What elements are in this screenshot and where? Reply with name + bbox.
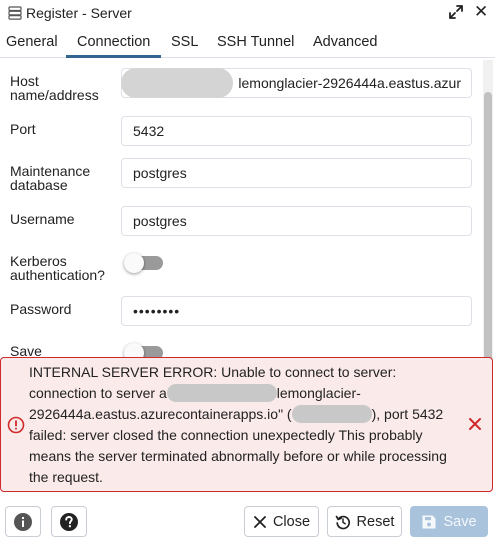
- port-label: Port: [10, 121, 36, 137]
- port-input[interactable]: 5432: [121, 116, 472, 146]
- kerberos-label: Kerberos authentication?: [10, 253, 105, 283]
- tab-ssh-tunnel[interactable]: SSH Tunnel: [217, 34, 294, 50]
- help-button[interactable]: [51, 506, 87, 537]
- dialog-title: Register - Server: [26, 5, 132, 21]
- redacted-region: [291, 405, 372, 423]
- redacted-region: [166, 384, 277, 402]
- active-tab-indicator: [66, 55, 161, 58]
- error-text: INTERNAL SERVER ERROR: Unable to connect…: [29, 364, 447, 485]
- tab-connection[interactable]: Connection: [77, 34, 150, 50]
- save-button[interactable]: Save: [410, 506, 488, 537]
- maintenance-db-input[interactable]: postgres: [121, 158, 472, 188]
- help-icon: [60, 512, 78, 531]
- password-input[interactable]: ••••••••: [121, 296, 472, 326]
- host-label: Host name/address: [10, 73, 99, 103]
- error-icon: [7, 416, 25, 434]
- tab-ssl[interactable]: SSL: [171, 34, 198, 50]
- server-icon: [8, 6, 22, 20]
- maximize-icon[interactable]: [448, 4, 464, 20]
- info-button[interactable]: [5, 506, 41, 537]
- close-dialog-icon[interactable]: ✕: [474, 3, 488, 21]
- password-label: Password: [10, 301, 72, 317]
- save-icon: [422, 515, 436, 528]
- dismiss-error-icon[interactable]: [467, 416, 483, 432]
- username-input[interactable]: postgres: [121, 206, 472, 236]
- redacted-region: [121, 68, 233, 98]
- info-icon: [14, 512, 32, 531]
- kerberos-toggle[interactable]: [124, 251, 164, 273]
- maintenance-db-label: Maintenance database: [10, 163, 91, 193]
- tab-general[interactable]: General: [6, 34, 58, 50]
- reset-icon: [335, 515, 350, 529]
- tab-advanced[interactable]: Advanced: [313, 34, 378, 50]
- error-message-box: INTERNAL SERVER ERROR: Unable to connect…: [0, 357, 493, 492]
- tab-bar: General Connection SSL SSH Tunnel Advanc…: [0, 28, 495, 58]
- save-password-label: Save: [10, 343, 42, 359]
- close-button[interactable]: Close: [244, 506, 319, 537]
- reset-button[interactable]: Reset: [327, 506, 402, 537]
- dialog-title-bar: Register - Server ✕: [0, 0, 495, 26]
- close-icon: [254, 515, 266, 528]
- username-label: Username: [10, 211, 75, 227]
